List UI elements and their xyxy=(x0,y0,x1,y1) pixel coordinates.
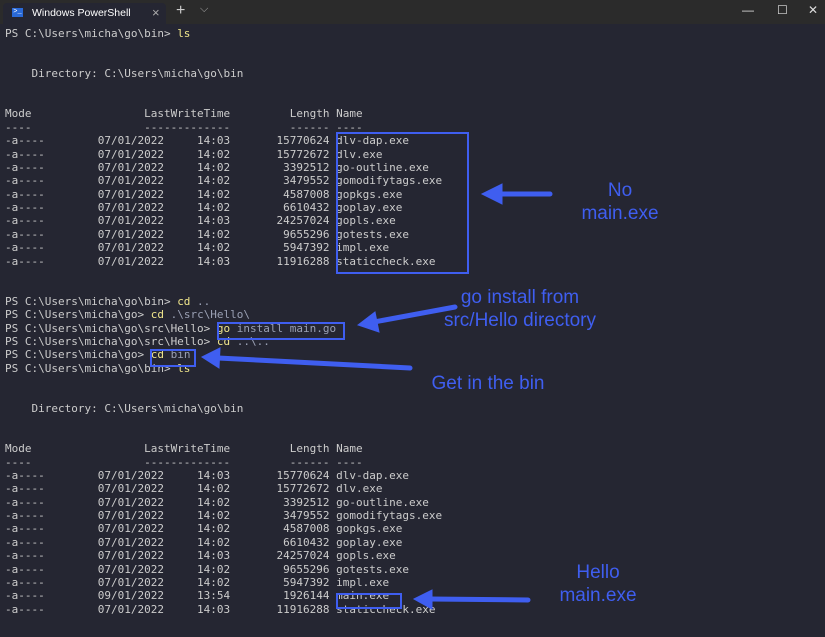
annotation-hello-main: Hello main.exe xyxy=(548,561,648,607)
arrow-icon xyxy=(427,596,531,603)
annotation-line: No xyxy=(607,180,633,201)
annotation-line: go install from xyxy=(460,287,580,308)
annotation-get-in-bin: Get in the bin xyxy=(431,373,545,394)
annotation-arrows xyxy=(200,183,553,610)
arrow-head-icon xyxy=(356,311,380,333)
annotation-line: main.exe xyxy=(581,203,659,224)
annotation-no-main: No main.exe xyxy=(575,179,665,225)
arrow-head-icon xyxy=(480,183,503,205)
arrow-head-icon xyxy=(412,589,433,610)
annotation-line: src/Hello directory xyxy=(443,310,597,331)
annotation-line: Hello xyxy=(576,562,620,583)
arrow-head-icon xyxy=(200,347,221,369)
annotation-go-install: go install from src/Hello directory xyxy=(425,286,615,332)
annotation-line: main.exe xyxy=(559,585,637,606)
arrow-icon xyxy=(215,355,413,371)
